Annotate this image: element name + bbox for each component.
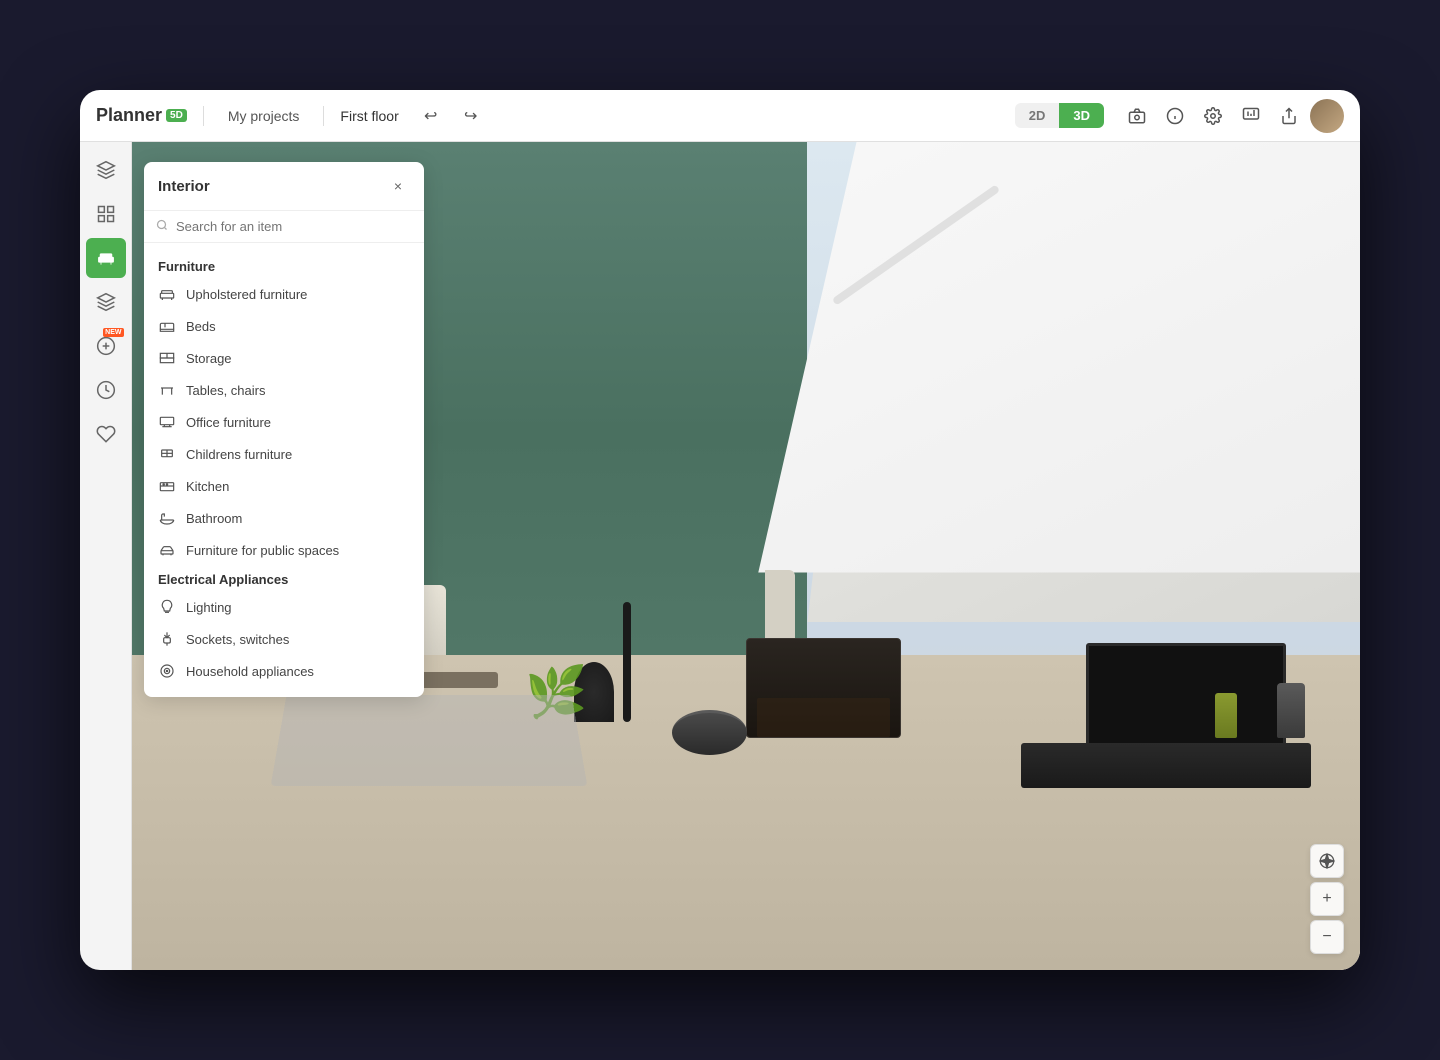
lighting-label: Lighting <box>186 600 232 615</box>
new-badge-label: NEW <box>103 328 123 337</box>
sidebar-icon-floorplan[interactable] <box>86 150 126 190</box>
zoom-in-label: + <box>1322 890 1331 908</box>
menu-item-kitchen[interactable]: Kitchen <box>144 470 424 502</box>
stove-pipe <box>623 602 631 722</box>
bar-cabinet <box>746 638 901 738</box>
childrens-label: Childrens furniture <box>186 447 292 462</box>
logo: Planner 5D <box>96 105 187 126</box>
panel-content: Furniture Upholstered furniture Beds <box>144 243 424 697</box>
pouf <box>672 710 747 755</box>
public-icon <box>158 541 176 559</box>
menu-item-sockets[interactable]: Sockets, switches <box>144 623 424 655</box>
vase-dark <box>1277 683 1305 738</box>
kitchen-label: Kitchen <box>186 479 229 494</box>
menu-item-beds[interactable]: Beds <box>144 310 424 342</box>
view-2d-button[interactable]: 2D <box>1015 103 1060 128</box>
menu-item-storage[interactable]: Storage <box>144 342 424 374</box>
childrens-icon <box>158 445 176 463</box>
menu-item-upholstered[interactable]: Upholstered furniture <box>144 278 424 310</box>
tv-unit <box>1021 743 1311 788</box>
beds-icon <box>158 317 176 335</box>
sidebar-icon-clock[interactable] <box>86 370 126 410</box>
office-icon <box>158 413 176 431</box>
menu-item-appliances[interactable]: Household appliances <box>144 655 424 687</box>
panel-close-button[interactable]: × <box>386 174 410 198</box>
app-container: Planner 5D My projects First floor ↩ ↪ 2… <box>80 90 1360 970</box>
storage-label: Storage <box>186 351 232 366</box>
sidebar-icon-new[interactable]: NEW <box>86 326 126 366</box>
sidebar-icon-rooms[interactable] <box>86 194 126 234</box>
view-toggle: 2D 3D <box>1015 103 1104 128</box>
tables-icon <box>158 381 176 399</box>
appliances-icon <box>158 662 176 680</box>
main-area: NEW <box>80 142 1360 970</box>
sidebar-icon-favorites[interactable] <box>86 414 126 454</box>
undo-button[interactable]: ↩ <box>415 100 447 132</box>
storage-icon <box>158 349 176 367</box>
nav-divider-2 <box>323 106 324 126</box>
sidebar-icon-furniture[interactable] <box>86 238 126 278</box>
upholstered-label: Upholstered furniture <box>186 287 307 302</box>
menu-item-public[interactable]: Furniture for public spaces <box>144 534 424 566</box>
stats-button[interactable] <box>1234 99 1268 133</box>
menu-item-bathroom[interactable]: Bathroom <box>144 502 424 534</box>
redo-button[interactable]: ↪ <box>455 100 487 132</box>
panel-header: Interior × <box>144 162 424 211</box>
interior-panel: Interior × Furniture <box>144 162 424 697</box>
nav-divider <box>203 106 204 126</box>
search-input[interactable] <box>176 219 412 234</box>
topbar-actions <box>1120 99 1344 133</box>
vase-green <box>1215 693 1237 738</box>
view-3d-button[interactable]: 3D <box>1059 103 1104 128</box>
my-projects-link[interactable]: My projects <box>220 104 308 128</box>
compass-button[interactable] <box>1310 844 1344 878</box>
3d-scene: 🌿 <box>132 142 1360 970</box>
menu-item-childrens[interactable]: Childrens furniture <box>144 438 424 470</box>
category-electrical-title: Electrical Appliances <box>144 566 424 591</box>
category-furniture-title: Furniture <box>144 253 424 278</box>
menu-item-office[interactable]: Office furniture <box>144 406 424 438</box>
logo-badge: 5D <box>166 109 187 122</box>
appliances-label: Household appliances <box>186 664 314 679</box>
search-icon <box>156 219 168 234</box>
bathroom-label: Bathroom <box>186 511 242 526</box>
panel-title: Interior <box>158 178 210 195</box>
beds-label: Beds <box>186 319 216 334</box>
cabinet-lower <box>757 698 890 737</box>
zoom-out-button[interactable]: − <box>1310 920 1344 954</box>
lighting-icon <box>158 598 176 616</box>
upholstered-icon <box>158 285 176 303</box>
sidebar-icon-materials[interactable] <box>86 282 126 322</box>
camera-button[interactable] <box>1120 99 1154 133</box>
menu-item-lighting[interactable]: Lighting <box>144 591 424 623</box>
left-sidebar: NEW <box>80 142 132 970</box>
menu-item-tables[interactable]: Tables, chairs <box>144 374 424 406</box>
bathroom-icon <box>158 509 176 527</box>
settings-button[interactable] <box>1196 99 1230 133</box>
zoom-out-label: − <box>1322 928 1331 946</box>
search-box <box>144 211 424 243</box>
topbar: Planner 5D My projects First floor ↩ ↪ 2… <box>80 90 1360 142</box>
sockets-label: Sockets, switches <box>186 632 289 647</box>
tables-label: Tables, chairs <box>186 383 265 398</box>
office-label: Office furniture <box>186 415 271 430</box>
kitchen-icon <box>158 477 176 495</box>
share-button[interactable] <box>1272 99 1306 133</box>
undo-redo-group: ↩ ↪ <box>415 100 487 132</box>
floor-name[interactable]: First floor <box>340 108 398 124</box>
avatar[interactable] <box>1310 99 1344 133</box>
nav-controls: + − <box>1310 844 1344 954</box>
sockets-icon <box>158 630 176 648</box>
rug <box>271 695 588 786</box>
public-label: Furniture for public spaces <box>186 543 339 558</box>
info-button[interactable] <box>1158 99 1192 133</box>
logo-text: Planner <box>96 105 162 126</box>
zoom-in-button[interactable]: + <box>1310 882 1344 916</box>
